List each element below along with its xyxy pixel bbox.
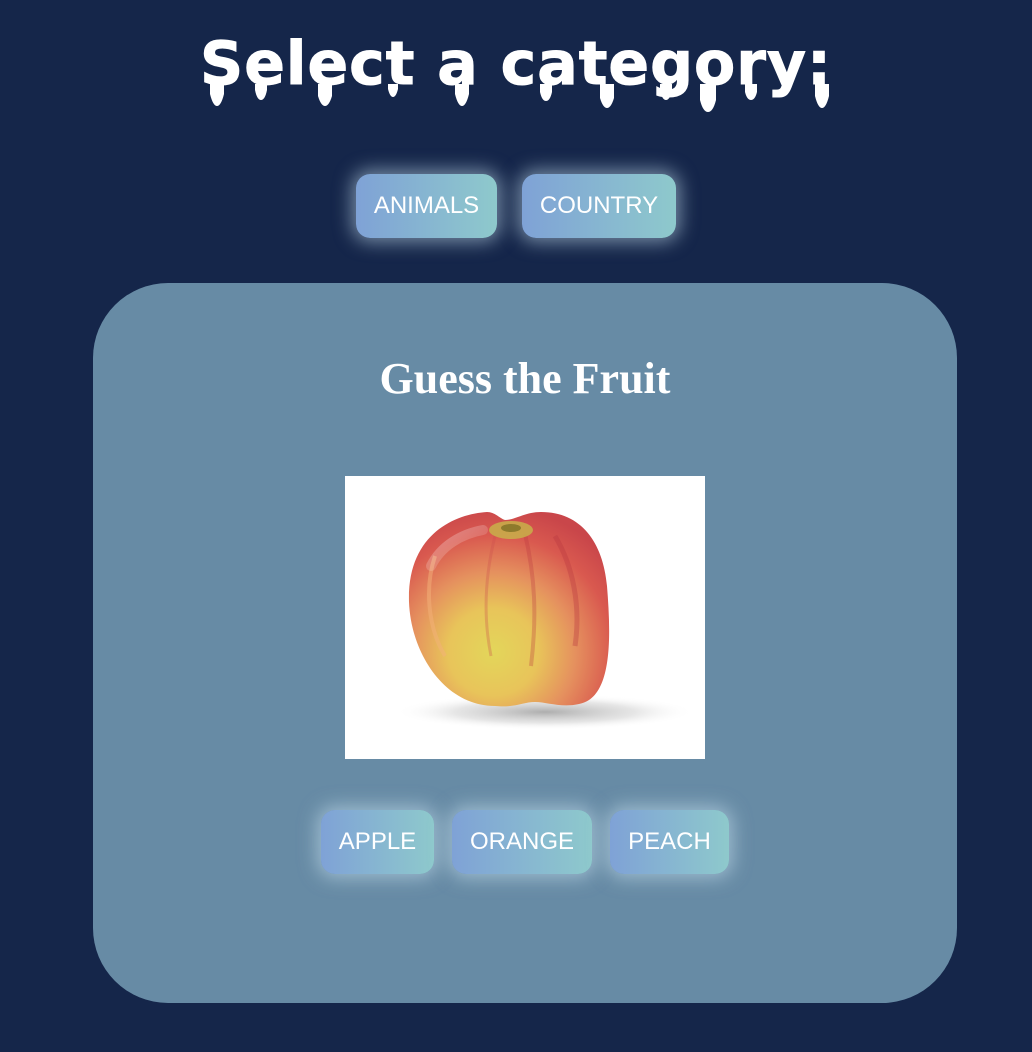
- category-animals-button[interactable]: ANIMALS: [356, 174, 497, 238]
- category-country-button[interactable]: COUNTRY: [522, 174, 676, 238]
- quiz-card: Guess the Fruit APPLE ORANGE PEACH: [93, 283, 957, 1003]
- answer-orange-button[interactable]: ORANGE: [452, 810, 592, 874]
- answer-peach-button[interactable]: PEACH: [610, 810, 729, 874]
- answer-apple-button[interactable]: APPLE: [321, 810, 434, 874]
- quiz-title: Guess the Fruit: [379, 354, 671, 403]
- category-selector: ANIMALS COUNTRY: [0, 174, 1032, 238]
- drip-decoration: [210, 84, 829, 112]
- answer-options: APPLE ORANGE PEACH: [93, 810, 957, 874]
- fruit-image: [345, 476, 705, 759]
- apple-image: [395, 512, 695, 730]
